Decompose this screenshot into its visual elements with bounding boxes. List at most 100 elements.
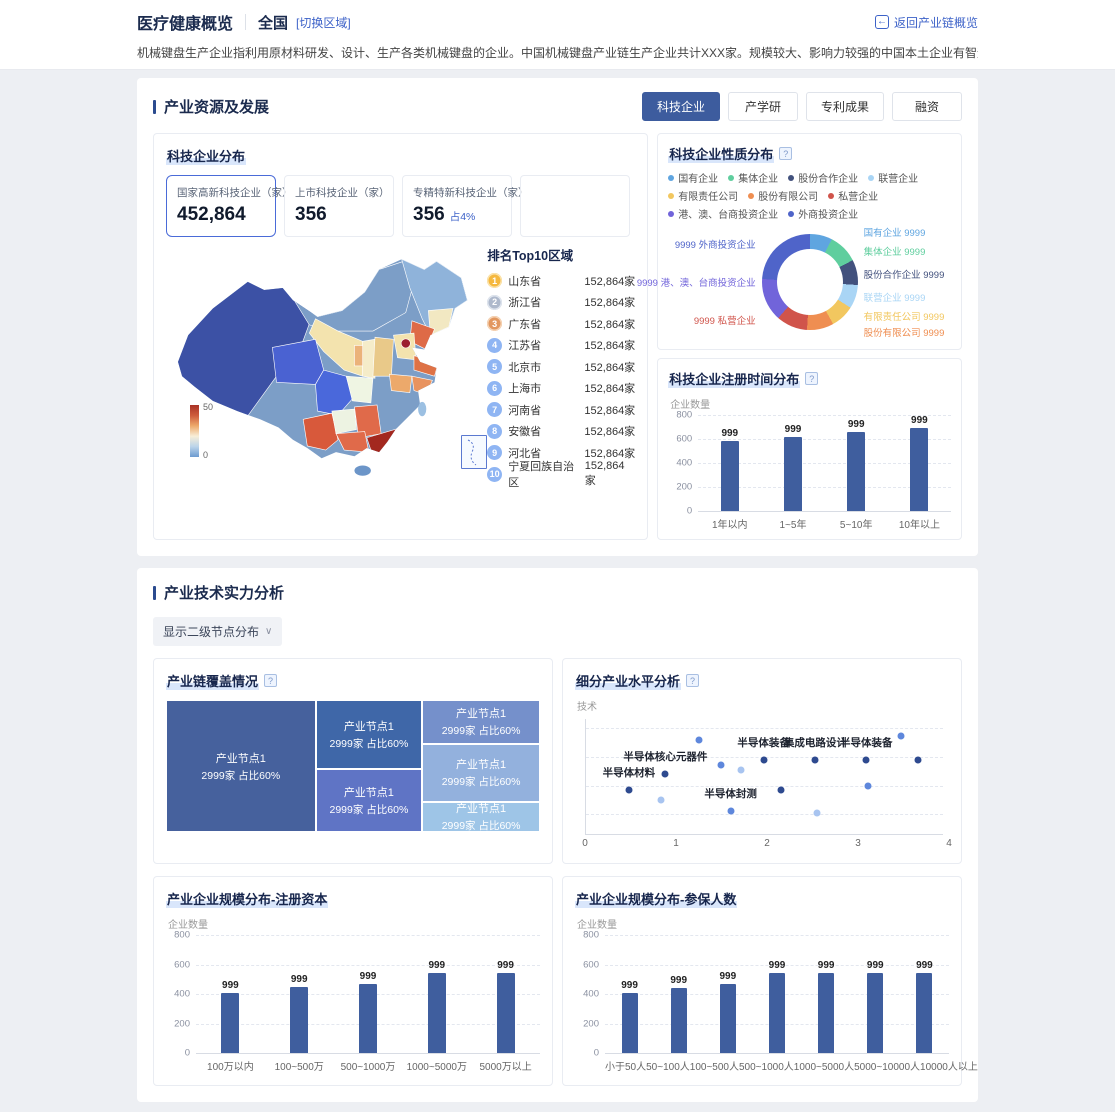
cell-name: 产业节点1 (344, 784, 394, 800)
donut-label: 9999 外商投资企业 (675, 237, 756, 251)
treemap-cell[interactable]: 产业节点12999家 占比60% (166, 700, 316, 832)
resource-tabs: 科技企业产学研专利成果融资 (642, 92, 962, 121)
region-name: 上海市 (508, 380, 541, 396)
scatter-point[interactable] (717, 762, 724, 769)
y-tick: 0 (575, 1048, 599, 1059)
bar (671, 988, 687, 1053)
help-icon[interactable]: ? (264, 674, 277, 687)
stat-card[interactable]: 上市科技企业（家）356 (284, 175, 394, 237)
switch-region-link[interactable]: [切换区域] (296, 14, 351, 31)
sub-industry-title: 细分产业水平分析 (575, 671, 681, 690)
x-tick: 0 (582, 838, 588, 849)
tab-产学研[interactable]: 产学研 (728, 92, 798, 121)
bar-value-label: 999 (670, 975, 687, 986)
treemap-cell[interactable]: 产业节点12999家 占比60% (316, 700, 423, 769)
bars: 999999999999 (698, 415, 951, 511)
region-name: 河南省 (508, 402, 541, 418)
stat-card[interactable]: 国家高新科技企业（家）452,864 (166, 175, 276, 237)
scatter-point[interactable] (863, 757, 870, 764)
y-tick: 200 (575, 1018, 599, 1029)
bar-column: 999 (654, 935, 703, 1053)
donut-label: 股份有限公司 9999 (864, 325, 945, 339)
x-tick: 4 (946, 838, 952, 849)
china-map[interactable] (160, 249, 512, 487)
legend-item[interactable]: 联营企业 (868, 170, 918, 185)
help-icon[interactable]: ? (779, 147, 792, 160)
donut-label: 集体企业 9999 (864, 244, 926, 258)
scatter-point[interactable] (814, 810, 821, 817)
help-icon[interactable]: ? (686, 674, 699, 687)
x-tick: 5000万以上 (471, 1058, 540, 1073)
sub-industry-scatter: 半导体材料半导体核心元器件半导体封测半导体装备集成电路设计半导体装备 (585, 719, 943, 835)
scatter-point[interactable] (898, 733, 905, 740)
donut-ring (762, 234, 858, 330)
caret-down-icon: ∨ (265, 626, 272, 637)
legend-item[interactable]: 国有企业 (668, 170, 718, 185)
scatter-point[interactable] (727, 808, 734, 815)
scatter-point[interactable] (865, 782, 872, 789)
x-tick: 5~10年 (825, 516, 888, 531)
bar-value-label: 999 (848, 419, 865, 430)
help-icon[interactable]: ? (805, 372, 818, 385)
bar-value-label: 999 (867, 960, 884, 971)
x-tick: 100万以内 (196, 1058, 265, 1073)
stat-label: 专精特新科技企业（家） (413, 185, 501, 200)
legend-item[interactable]: 股份合作企业 (788, 170, 858, 185)
x-tick: 50~100人 (646, 1058, 690, 1073)
donut-label: 国有企业 9999 (864, 225, 926, 239)
legend-label: 外商投资企业 (798, 206, 858, 221)
y-tick: 800 (668, 410, 692, 421)
divider (245, 14, 246, 30)
cell-name: 产业节点1 (456, 705, 506, 721)
scatter-point[interactable] (657, 796, 664, 803)
treemap-cell[interactable]: 产业节点1 2999家 占比60% (422, 802, 540, 832)
node-level-dropdown[interactable]: 显示二级节点分布 ∨ (153, 617, 282, 646)
scatter-point[interactable] (777, 787, 784, 794)
legend-item[interactable]: 有限责任公司 (668, 188, 738, 203)
treemap-cell[interactable]: 产业节点12999家 占比60% (316, 769, 423, 832)
legend-item[interactable]: 港、澳、台商投资企业 (668, 206, 778, 221)
x-tick: 1~5年 (761, 516, 824, 531)
china-map-area: 50 0 排名Top10区域 1山东省152,864家2浙江省152,864家3… (166, 245, 635, 483)
region-name: 江苏省 (508, 337, 541, 353)
bar-column: 999 (851, 935, 900, 1053)
rank-badge: 1 (487, 273, 502, 288)
tab-专利成果[interactable]: 专利成果 (806, 92, 884, 121)
rank-badge: 2 (487, 295, 502, 310)
y-tick: 0 (166, 1048, 190, 1059)
cell-stat: 2999家 占比60% (442, 818, 521, 833)
region-value: 152,864家 (584, 273, 635, 289)
rank-badge: 10 (487, 467, 502, 482)
bar (769, 973, 785, 1053)
stat-card[interactable]: 专精特新科技企业（家）356占4% (402, 175, 512, 237)
cell-name: 产业节点1 (456, 800, 506, 816)
top10-row: 2浙江省152,864家 (487, 292, 635, 314)
scatter-point[interactable] (625, 787, 632, 794)
legend-item[interactable]: 外商投资企业 (788, 206, 858, 221)
scatter-point[interactable] (812, 757, 819, 764)
legend-item[interactable]: 股份有限公司 (748, 188, 818, 203)
donut-label: 9999 港、澳、台商投资企业 (637, 275, 756, 289)
gridline (586, 728, 943, 729)
legend-item[interactable]: 私营企业 (828, 188, 878, 203)
treemap-cell[interactable]: 产业节点12999家 占比60% (422, 744, 540, 802)
bar (720, 984, 736, 1053)
legend-item[interactable]: 集体企业 (728, 170, 778, 185)
back-to-chain-link[interactable]: ← 返回产业链概览 (875, 14, 978, 31)
chain-coverage-card: 产业链覆盖情况? 产业节点12999家 占比60%产业节点12999家 占比60… (153, 658, 553, 864)
legend-dot (668, 175, 674, 181)
scatter-point[interactable] (696, 736, 703, 743)
scatter-point[interactable] (915, 757, 922, 764)
tab-科技企业[interactable]: 科技企业 (642, 92, 720, 121)
gridline (586, 786, 943, 787)
x-tick: 500~1000人 (739, 1058, 794, 1073)
bar-column: 999 (825, 415, 888, 511)
tab-融资[interactable]: 融资 (892, 92, 962, 121)
treemap-cell[interactable]: 产业节点12999家 占比60% (422, 700, 540, 744)
bar (721, 441, 739, 511)
bar-value-label: 999 (785, 424, 802, 435)
section-tech-title: 产业技术实力分析 (164, 582, 284, 603)
scatter-point[interactable] (738, 766, 745, 773)
scatter-point[interactable] (662, 771, 669, 778)
scatter-point[interactable] (760, 757, 767, 764)
